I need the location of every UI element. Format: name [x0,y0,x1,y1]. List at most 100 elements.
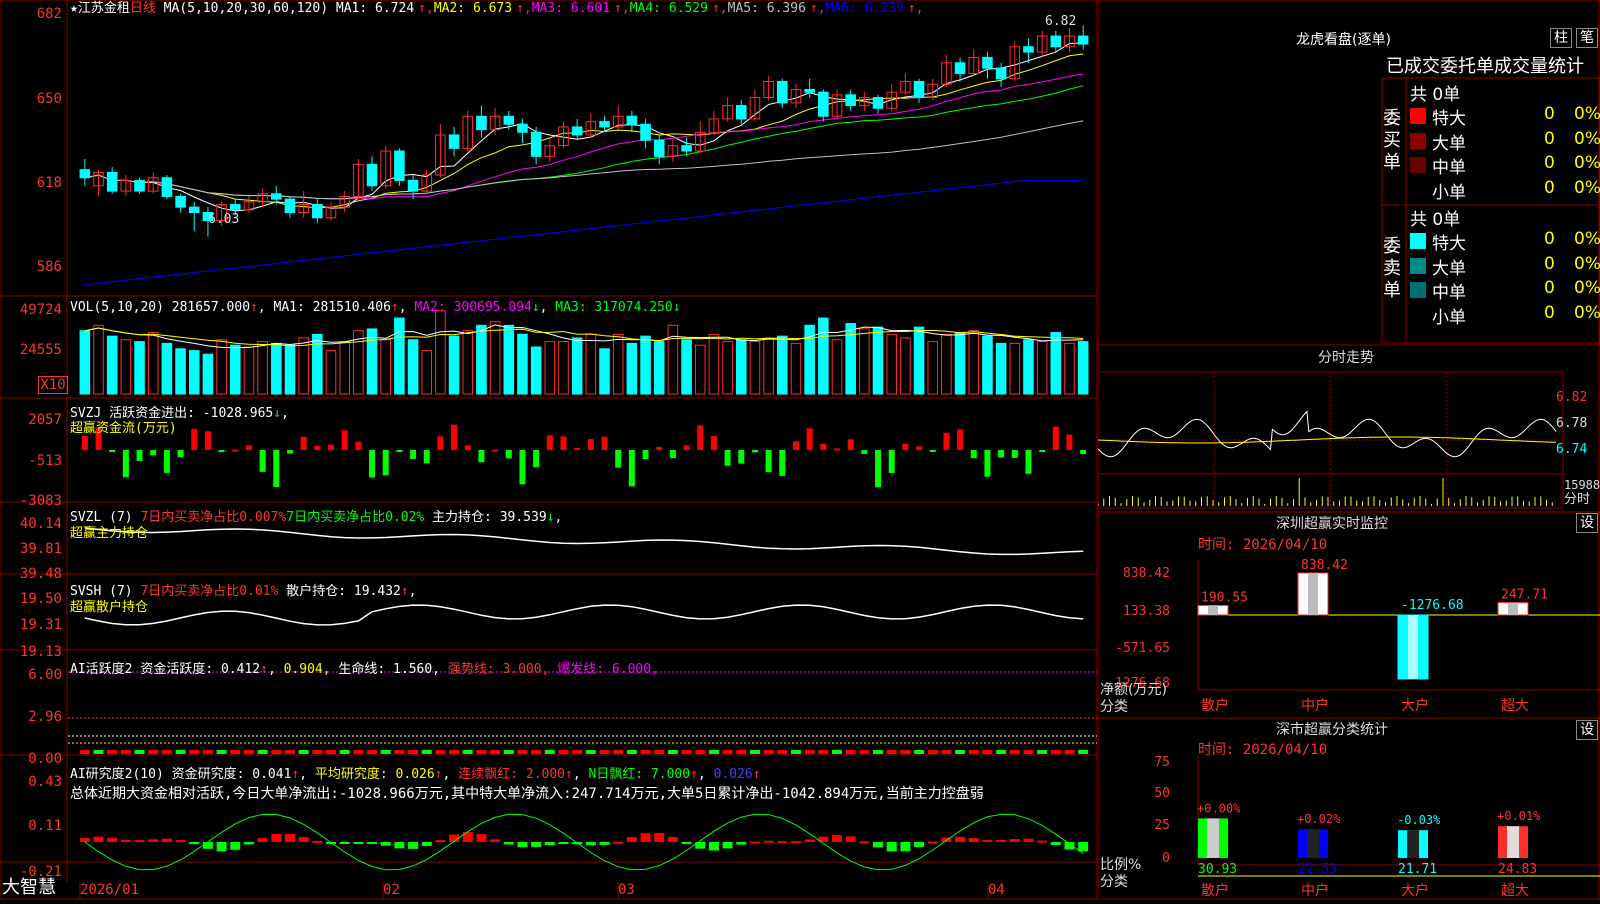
class-cat-label: 大户 [1401,882,1429,899]
ai2-bar [462,832,473,842]
ai2-bar [886,842,897,852]
ai1-bar [654,750,665,754]
sell-total: 共 0单 [1410,210,1461,230]
ai2-bar [736,842,747,845]
svzj-bar [806,428,813,450]
monitor-cat-label: 中户 [1301,697,1329,714]
order-count: 0 [1544,229,1555,249]
svsh-ytick-0: 19.50 [19,591,62,607]
class-change-label: +0.01% [1497,809,1541,823]
main-ytick-0: 682 [36,6,62,22]
volume-bar [380,339,391,395]
ai2-bar [202,842,213,849]
fs-ytick-0: 6.82 [1556,390,1588,405]
ai1-bar [271,750,282,754]
chart-area: ★江苏金租日线 MA(5,10,20,30,60,120) MA1: 6.724… [0,0,1098,900]
candle-body [312,203,323,219]
fs-vol-label: 15988 [1564,478,1600,492]
vol-header: VOL(5,10,20) 281657.000↑, MA1: 281510.40… [70,300,681,315]
ma-value-5: MA5: 6.396 [727,1,806,16]
candle-body [517,123,528,133]
class-settings-button[interactable]: 设 [1576,720,1598,740]
bar-mode-button[interactable]: 柱 [1550,28,1572,48]
ai2-bar [380,842,391,846]
ai2-bar [681,842,692,844]
order-pct: 0% [1574,104,1600,124]
svzj-bar [396,450,403,452]
svzj-bar [382,450,389,476]
ai2-bar [517,842,528,848]
volume-bar [462,330,474,395]
volume-bar [708,333,720,395]
size-swatch [1410,257,1426,274]
tick-mode-button[interactable]: 笔 [1576,28,1598,48]
class-ytick: 50 [1154,786,1170,801]
fs-price-line [1097,410,1557,458]
volume-bar [1064,342,1075,395]
ai2-bar [243,842,254,845]
ai2-bar [298,837,309,842]
class-value-label: 21.71 [1398,862,1437,877]
order-name: 特大 [1432,109,1466,129]
volume-bar [188,350,200,395]
svzj-bar [464,445,471,450]
volume-bar [1023,339,1034,395]
ai1-b: 资金活跃度: 0.412 [140,662,261,677]
ma-value-6: MA6: 6.239 [825,1,904,16]
volume-bar [694,344,706,395]
svzj-bar [259,450,266,472]
candle-body [1077,35,1089,45]
svzj-bar [204,431,211,450]
svzj-bar [710,436,717,450]
ai2-bar [544,842,555,846]
xtick-3: 04 [988,882,1005,898]
volume-bar [435,310,446,395]
volume-bar [626,342,638,395]
size-swatch [1410,157,1426,173]
svzj-bar [861,450,868,454]
svsh-line [84,604,1084,626]
ai2-f: 0.026 [713,767,753,782]
ai2-bar [161,838,172,842]
ai2-bar [599,842,610,845]
ai1-bar [599,750,610,754]
volume-bar [571,337,583,395]
svzj-bar [245,445,252,450]
candle-body [175,195,186,208]
order-name: 中单 [1432,158,1466,178]
ai2-bar [667,837,678,842]
candle-body [448,134,460,149]
kline-chart-svg[interactable] [0,0,1098,900]
ai2-bar [435,840,446,843]
candle-body [229,203,241,211]
ai1-bar [955,750,966,754]
ai2-ytick-0: 0.43 [28,774,62,790]
fs-ytick-1: 6.78 [1556,416,1588,431]
svzj-bar [888,450,895,473]
volume-bar [968,330,980,395]
svzl-line [84,527,1084,556]
svzl-ytick-0: 40.14 [19,516,62,532]
order-count: 0 [1544,278,1555,298]
svzj-bar [109,450,116,452]
svzj-bar [1080,450,1087,454]
candle-body [735,105,747,120]
svzj-bar [560,436,567,450]
svzl-b: 7日内买卖净占比0.007% [140,510,287,525]
order-stat-tabs[interactable]: 已成交委托单成交量统计 [1386,56,1584,78]
ai2-header: AI研究度2(10) 资金研究度: 0.041↑, 平均研究度: 0.026↑,… [70,767,761,782]
ai2-bar [900,842,911,852]
volume-bar [722,341,733,395]
candle-body [818,91,829,117]
monitor-settings-button[interactable]: 设 [1576,513,1598,533]
buy-side-label: 委买单 [1383,108,1401,173]
svzj-bar [81,436,88,450]
svzj-bar [683,445,690,450]
brand-label: 大智慧 [2,877,56,898]
order-name: 大单 [1432,258,1466,279]
order-pct: 0% [1574,302,1600,323]
volume-bar [900,337,911,395]
svzj-bar [492,449,499,452]
max-price-label: 6.82 [1045,14,1077,29]
class-bar [1198,818,1228,858]
